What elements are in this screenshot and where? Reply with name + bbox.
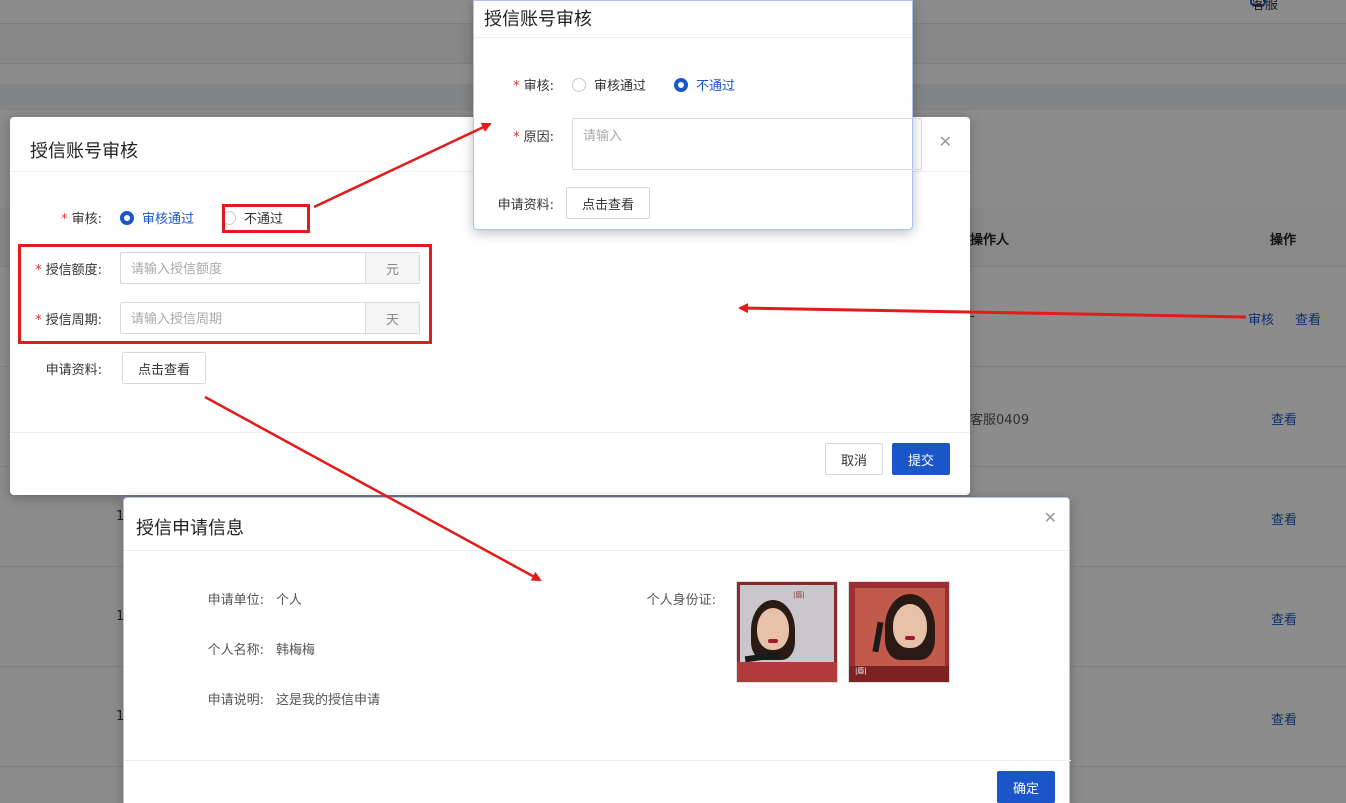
radio-dot[interactable] xyxy=(572,77,586,92)
confirm-button[interactable]: 确定 xyxy=(997,771,1056,803)
close-icon[interactable]: ✕ xyxy=(1044,508,1057,527)
credit-review-reject-modal: 授信账号审核 * 审核: 审核通过 不通过 * 原因: 请输入 申请资料: 点击查看 xyxy=(473,0,922,230)
reason-label: * 原因: xyxy=(513,130,554,145)
view-materials-button[interactable]: 点击查看 xyxy=(122,352,207,384)
submit-button[interactable]: 提交 xyxy=(892,443,951,475)
id-card-image-front[interactable]: |唇| xyxy=(736,581,838,683)
view-materials-button[interactable]: 点击查看 xyxy=(566,187,651,219)
annotation-box-reject xyxy=(222,204,310,233)
reason-textarea[interactable]: 请输入 xyxy=(572,118,922,170)
cancel-button[interactable]: 取消 xyxy=(825,443,884,475)
review-row: * 审核: 审核通过 不通过 xyxy=(462,75,763,94)
materials-label: 申请资料: xyxy=(497,197,554,213)
radio-dot[interactable] xyxy=(120,210,134,225)
info-field-description: 申请说明: 这是我的授信申请 xyxy=(207,693,381,708)
info-field-unit: 申请单位: 个人 xyxy=(207,593,303,608)
review-label: * 审核: xyxy=(513,79,554,94)
annotation-box-inputs xyxy=(18,244,432,344)
modal-header: 授信申请信息 xyxy=(124,498,1069,551)
credit-application-info-modal: 授信申请信息 ✕ 申请单位: 个人 个人名称: 韩梅梅 申请说明: 这是我的授信… xyxy=(123,497,1071,803)
modal-header: 授信账号审核 xyxy=(474,1,912,38)
modal-title: 授信申请信息 xyxy=(136,518,244,539)
materials-row: 申请资料: 点击查看 xyxy=(10,352,207,384)
close-icon[interactable]: ✕ xyxy=(939,132,952,151)
id-card-image-back[interactable]: |唇| xyxy=(848,581,950,683)
materials-label: 申请资料: xyxy=(45,362,102,378)
radio-pass[interactable]: 审核通过 xyxy=(120,208,194,227)
radio-dot[interactable] xyxy=(674,77,689,92)
modal-footer-divider xyxy=(10,432,970,433)
modal-title: 授信账号审核 xyxy=(30,141,138,162)
modal-footer-divider xyxy=(124,760,1071,761)
reason-row: * 原因: 请输入 xyxy=(462,118,922,170)
info-field-id-card: 个人身份证: xyxy=(646,593,716,608)
review-label: * 审核: xyxy=(61,212,102,227)
radio-pass[interactable]: 审核通过 xyxy=(572,75,646,94)
radio-reject[interactable]: 不通过 xyxy=(674,75,735,94)
materials-row: 申请资料: 点击查看 xyxy=(462,187,651,219)
info-field-name: 个人名称: 韩梅梅 xyxy=(207,643,316,658)
modal-title: 授信账号审核 xyxy=(484,9,592,30)
